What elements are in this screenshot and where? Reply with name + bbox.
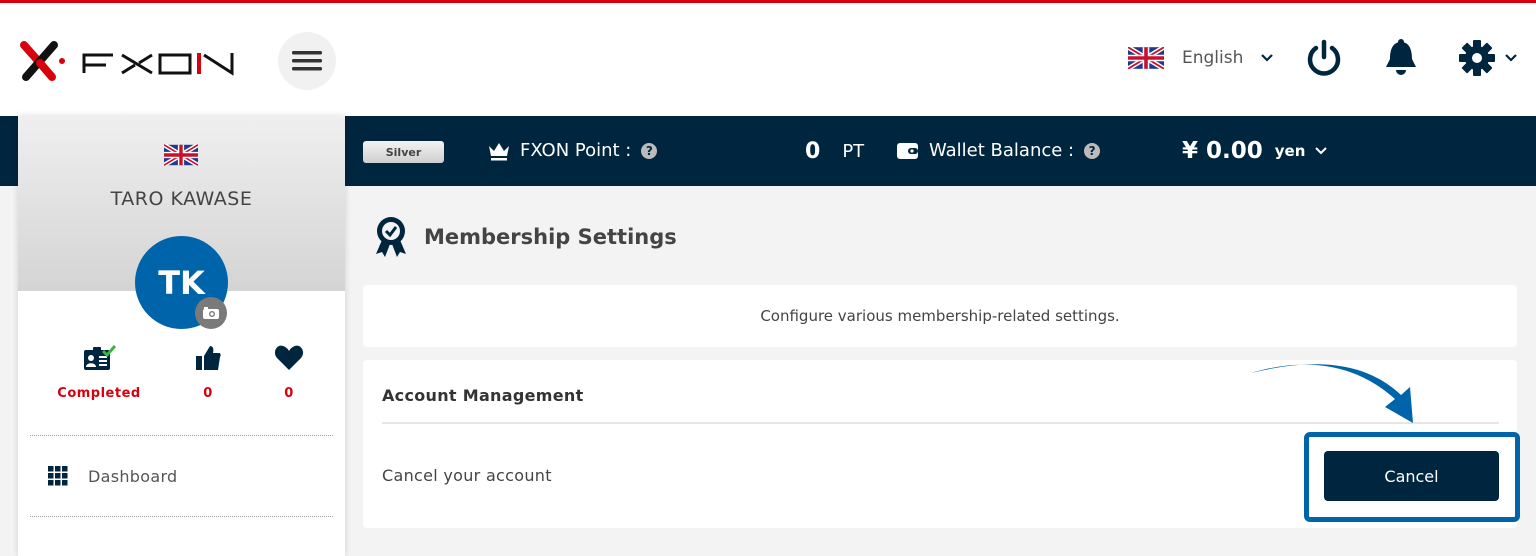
award-ribbon-icon [376,217,406,257]
uk-flag-icon [1128,47,1164,69]
chevron-down-icon [1315,147,1328,155]
id-card-check-icon [84,345,117,370]
sidebar-item-label: Dashboard [88,466,178,486]
settings-menu-button[interactable] [1459,39,1521,81]
logout-button[interactable] [1306,39,1342,81]
camera-icon [203,307,219,319]
sidebar-divider [30,516,333,517]
language-selector[interactable]: English [1128,47,1274,69]
cancel-account-label: Cancel your account [382,466,552,485]
chevron-down-icon [1261,54,1274,62]
notifications-button[interactable] [1384,39,1418,81]
header: English [0,3,1536,116]
favorites-count[interactable]: 0 [229,344,349,401]
fxon-point-value: 0 PT [805,139,865,164]
language-label: English [1182,48,1244,68]
help-icon[interactable]: ? [641,142,658,159]
section-title: Account Management [382,386,584,405]
page-description: Configure various membership-related set… [760,307,1120,325]
page-title: Membership Settings [374,216,677,258]
cancel-account-button[interactable]: Cancel [1324,451,1499,501]
bell-icon [1386,39,1416,75]
heart-icon [274,345,304,370]
help-icon[interactable]: ? [1084,142,1101,159]
power-icon [1307,39,1341,76]
grid-icon [48,466,68,486]
wallet-balance-label: Wallet Balance : ? [897,140,1101,161]
description-card: Configure various membership-related set… [363,285,1517,347]
sidebar-item-dashboard[interactable]: Dashboard [30,436,333,516]
rank-badge: Silver [363,141,444,163]
menu-icon [292,51,322,71]
annotation-arrow-icon [1251,364,1413,423]
wallet-balance-dropdown[interactable]: ¥ 0.00 yen [1182,138,1328,164]
change-photo-button[interactable] [195,297,227,329]
fxon-logo[interactable] [18,39,238,83]
profile-sidebar: TARO KAWASE TK Completed 0 0 Dashboard [18,116,345,556]
user-name: TARO KAWASE [110,188,253,210]
fxon-point-label: FXON Point : ? [488,140,658,161]
verification-status[interactable]: Completed [39,344,159,401]
gear-icon [1459,40,1517,76]
crown-icon [489,142,509,160]
thumbs-up-icon [196,346,221,370]
menu-toggle-button[interactable] [278,32,336,90]
wallet-icon [897,142,918,159]
uk-flag-icon [164,144,198,166]
chevron-down-icon [1505,54,1517,62]
